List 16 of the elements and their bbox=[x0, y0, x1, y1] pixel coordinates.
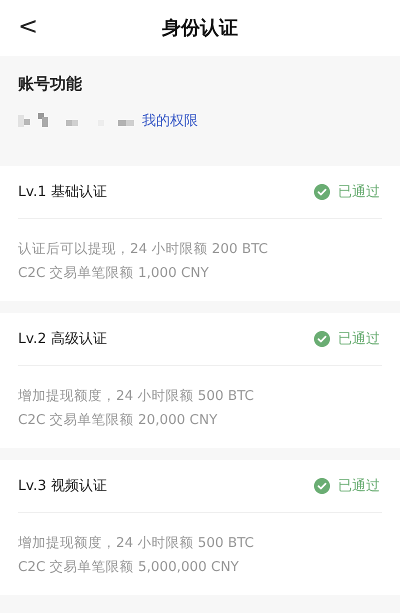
level-name: Lv.3 视频认证 bbox=[18, 477, 107, 495]
page-title: 身份认证 bbox=[162, 16, 238, 41]
status-label: 已通过 bbox=[338, 183, 380, 201]
status-label: 已通过 bbox=[338, 477, 380, 495]
limit-text: C2C 交易单笔限额 1,000 CNY bbox=[18, 264, 210, 283]
limit-text: C2C 交易单笔限额 20,000 CNY bbox=[18, 411, 218, 430]
limit-text: 增加提现额度，24 小时限额 500 BTC bbox=[18, 387, 255, 406]
limit-text: C2C 交易单笔限额 5,000,000 CNY bbox=[18, 558, 240, 577]
section-title: 账号功能 bbox=[18, 74, 83, 95]
limit-text: 认证后可以提现，24 小时限额 200 BTC bbox=[18, 240, 269, 259]
back-button[interactable]: < bbox=[12, 14, 44, 38]
level-name: Lv.2 高级认证 bbox=[18, 330, 107, 348]
permissions-link[interactable]: 我的权限 bbox=[142, 112, 198, 130]
level-name: Lv.1 基础认证 bbox=[18, 183, 107, 201]
status-label: 已通过 bbox=[338, 330, 380, 348]
limit-text: 增加提现额度，24 小时限额 500 BTC bbox=[18, 534, 255, 553]
